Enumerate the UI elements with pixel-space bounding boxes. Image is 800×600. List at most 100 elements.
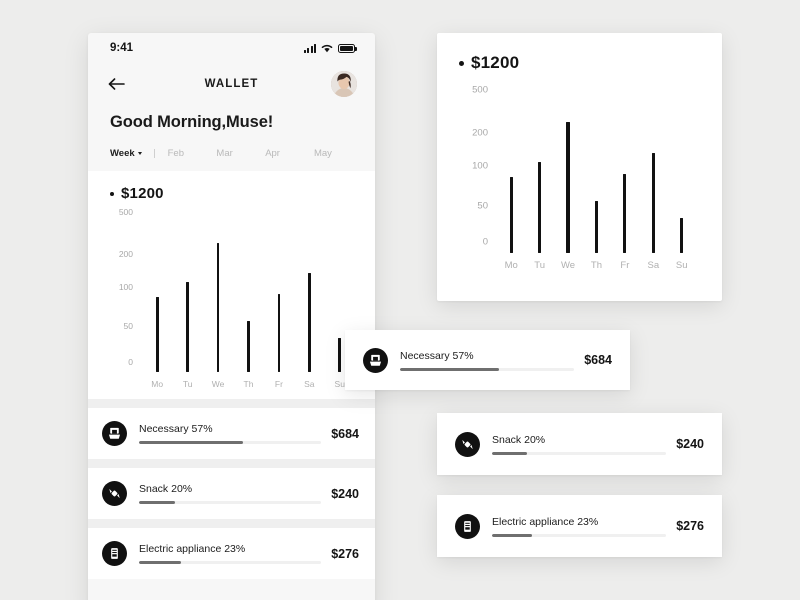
category-card-electric-appliance[interactable]: Electric appliance 23% $276 xyxy=(437,495,722,557)
chart-x-tick: Fr xyxy=(620,260,630,271)
progress-fill xyxy=(400,367,500,371)
chart-bar[interactable] xyxy=(594,201,599,253)
progress-track xyxy=(139,441,322,444)
total-amount: $1200 xyxy=(88,185,375,202)
tab-month-may[interactable]: May xyxy=(314,148,353,159)
category-label: Snack 20% xyxy=(492,433,546,446)
weekly-spend-chart-large: 500 200 100 50 0 Mo Tu We Th Fr Sa Su xyxy=(472,85,696,272)
chart-bar-column xyxy=(172,222,202,372)
chart-bar[interactable] xyxy=(247,321,250,372)
chart-y-tick: 500 xyxy=(118,207,133,217)
chart-x-tick: Sa xyxy=(304,379,315,389)
chart-card: $1200 500 200 100 50 0 Mo Tu We Th Fr Sa Su xyxy=(88,171,375,399)
basket-icon xyxy=(102,421,127,446)
chart-bar[interactable] xyxy=(216,243,220,372)
chart-y-tick: 500 xyxy=(472,84,488,96)
category-label: Snack 20% xyxy=(139,483,193,495)
chart-bar[interactable] xyxy=(680,218,684,253)
chart-y-tick: 100 xyxy=(118,282,133,292)
chart-plot-area: 500 200 100 50 0 xyxy=(472,85,696,253)
avatar[interactable] xyxy=(331,71,357,97)
progress-fill xyxy=(139,501,176,504)
appliance-icon xyxy=(102,541,127,566)
status-time: 9:41 xyxy=(110,42,134,54)
chart-bar[interactable] xyxy=(338,337,342,372)
category-body: Snack 20% xyxy=(139,483,322,504)
chart-bar-column xyxy=(582,101,610,253)
chart-x-tick: Mo xyxy=(504,260,518,271)
tab-month-apr[interactable]: Apr xyxy=(265,148,314,159)
chart-x-tick: Tu xyxy=(534,260,545,271)
period-tabs: Week Feb Mar Apr May xyxy=(88,132,375,171)
chart-x-labels: Mo Tu We Th Fr Sa Su xyxy=(497,260,696,271)
category-body: Electric appliance 23% xyxy=(492,515,667,537)
category-card-necessary[interactable]: Necessary 57% $684 xyxy=(345,330,630,390)
tab-month-feb[interactable]: Feb xyxy=(168,148,217,159)
total-amount-value: $1200 xyxy=(121,185,164,202)
progress-fill xyxy=(492,451,527,455)
phone-mockup: 9:41 WALLET Good Morning,Muse! Week Feb … xyxy=(88,33,375,600)
chart-x-tick: Sa xyxy=(647,260,660,271)
chart-x-tick: We xyxy=(561,260,576,271)
chart-card-large: $1200 500 200 100 50 0 Mo Tu We Th Fr Sa Su xyxy=(437,33,722,301)
tab-divider xyxy=(153,149,155,158)
chart-x-tick: Th xyxy=(243,379,254,389)
basket-icon xyxy=(363,347,388,373)
list-item-snack[interactable]: Snack 20% $240 xyxy=(437,413,722,475)
list-item-electric-appliance[interactable]: Electric appliance 23% $276 xyxy=(437,495,722,557)
chart-bar[interactable] xyxy=(277,294,281,372)
chart-x-tick: Tu xyxy=(182,379,193,389)
chart-x-labels: Mo Tu We Th Fr Sa Su xyxy=(142,379,355,389)
category-body: Necessary 57% xyxy=(400,349,575,371)
progress-track xyxy=(492,451,667,455)
appliance-icon xyxy=(455,513,480,539)
progress-track xyxy=(139,561,322,564)
chevron-down-icon xyxy=(137,152,142,155)
list-gap xyxy=(88,459,375,468)
total-amount-large: $1200 xyxy=(459,53,700,73)
category-card-snack[interactable]: Snack 20% $240 xyxy=(437,413,722,475)
back-arrow-icon[interactable] xyxy=(108,76,128,92)
candy-icon xyxy=(102,481,127,506)
chart-bar[interactable] xyxy=(186,282,189,372)
category-label: Necessary 57% xyxy=(139,423,213,435)
tab-week-label: Week xyxy=(110,148,135,159)
chart-bar[interactable] xyxy=(623,173,627,253)
chart-bar[interactable] xyxy=(566,122,570,253)
progress-fill xyxy=(139,441,243,444)
bullet-dot-icon xyxy=(459,60,464,66)
category-label: Necessary 57% xyxy=(400,349,474,362)
chart-bar[interactable] xyxy=(308,273,311,372)
chart-bar-column xyxy=(525,101,553,253)
bullet-dot-icon xyxy=(110,191,114,196)
status-icons xyxy=(303,43,357,53)
chart-bars xyxy=(142,222,355,372)
list-item-electric-appliance[interactable]: Electric appliance 23% $276 xyxy=(88,528,375,579)
category-label: Electric appliance 23% xyxy=(492,515,599,528)
chart-bar-column xyxy=(264,222,294,372)
chart-bar[interactable] xyxy=(509,177,513,253)
chart-y-tick: 50 xyxy=(477,200,488,212)
category-label: Electric appliance 23% xyxy=(139,543,246,555)
chart-bar[interactable] xyxy=(155,297,159,372)
cellular-signal-icon xyxy=(303,43,316,53)
chart-bar-column xyxy=(142,222,172,372)
chart-x-tick: Su xyxy=(675,260,688,271)
nav-bar: WALLET xyxy=(88,63,375,105)
chart-bars xyxy=(497,101,696,253)
chart-x-tick: Mo xyxy=(151,379,164,389)
category-list: Necessary 57% $684 Snack 20% $240 Electric a… xyxy=(88,408,375,579)
weekly-spend-chart: 500 200 100 50 0 Mo Tu We Th Fr Sa Su xyxy=(119,207,355,389)
chart-x-tick: Th xyxy=(590,260,603,271)
tab-month-mar[interactable]: Mar xyxy=(216,148,265,159)
chart-bar[interactable] xyxy=(651,152,655,253)
chart-x-tick: We xyxy=(211,379,225,389)
list-item-snack[interactable]: Snack 20% $240 xyxy=(88,468,375,519)
chart-bar[interactable] xyxy=(538,161,542,253)
list-item-necessary[interactable]: Necessary 57% $684 xyxy=(345,330,630,390)
category-amount: $240 xyxy=(676,437,704,451)
tab-week[interactable]: Week xyxy=(110,148,142,159)
list-item-necessary[interactable]: Necessary 57% $684 xyxy=(88,408,375,459)
battery-icon xyxy=(338,43,357,53)
progress-track xyxy=(492,533,667,537)
